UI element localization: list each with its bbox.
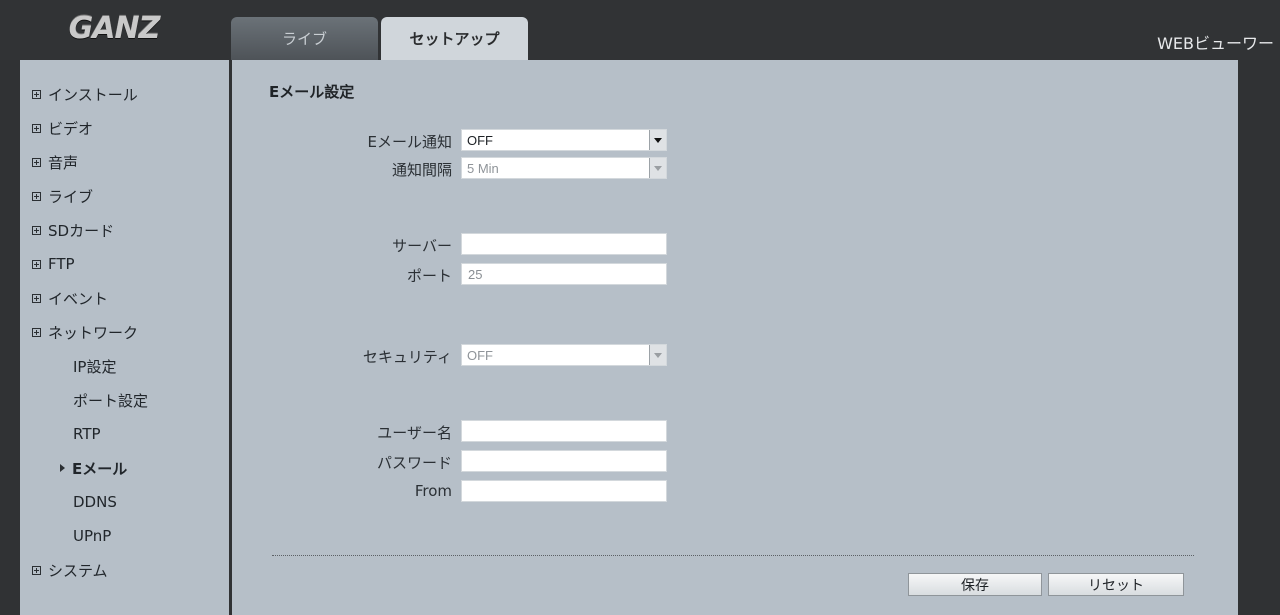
sidebar-item-video[interactable]: ビデオ: [20, 111, 229, 145]
save-button[interactable]: 保存: [908, 573, 1042, 596]
expand-icon: [32, 259, 41, 269]
password-row: パスワード: [232, 450, 1238, 472]
server-input[interactable]: [461, 233, 667, 255]
sidebar-item-label: 音声: [48, 153, 79, 172]
sidebar-subitem-label: RTP: [73, 425, 101, 443]
security-select[interactable]: OFF: [461, 344, 667, 366]
selected-arrow-icon: [60, 464, 65, 472]
sidebar-subitem-label: UPnP: [73, 527, 112, 545]
email-notify-label: Eメール通知: [367, 133, 452, 151]
sidebar-subitem-ip-settings[interactable]: IP設定: [20, 349, 229, 383]
expand-icon: [32, 225, 41, 235]
sidebar-subitem-upnp[interactable]: UPnP: [20, 519, 229, 553]
sidebar-item-sd-card[interactable]: SDカード: [20, 213, 229, 247]
email-notify-select[interactable]: OFF: [461, 129, 667, 151]
sidebar-subitem-ddns[interactable]: DDNS: [20, 485, 229, 519]
notify-interval-label: 通知間隔: [391, 161, 452, 179]
sidebar-subitem-email[interactable]: Eメール: [20, 451, 229, 485]
sidebar-item-label: FTP: [48, 255, 75, 273]
security-label: セキュリティ: [362, 348, 452, 366]
username-input[interactable]: [461, 420, 667, 442]
tab-setup[interactable]: セットアップ: [381, 17, 528, 60]
sidebar-subitem-label: DDNS: [73, 493, 117, 511]
chevron-down-icon[interactable]: [649, 158, 666, 178]
sidebar-item-live[interactable]: ライブ: [20, 179, 229, 213]
port-row: ポート 25: [232, 263, 1238, 285]
sidebar: インストール ビデオ 音声 ライブ SDカード FTP イベント ネットワーク …: [20, 60, 229, 615]
from-row: From: [232, 480, 1238, 502]
sidebar-item-network[interactable]: ネットワーク: [20, 315, 229, 349]
sidebar-item-label: イベント: [48, 289, 109, 308]
sidebar-item-install[interactable]: インストール: [20, 77, 229, 111]
sidebar-item-label: ネットワーク: [48, 323, 139, 342]
sidebar-item-label: システム: [48, 561, 108, 580]
right-margin: [1238, 60, 1280, 615]
username-label: ユーザー名: [377, 424, 452, 442]
sidebar-subitem-rtp[interactable]: RTP: [20, 417, 229, 451]
header-bar: GANZ ライブ セットアップ WEBビューワー: [0, 0, 1280, 60]
ganz-logo[interactable]: GANZ: [20, 8, 208, 48]
email-notify-row: Eメール通知 OFF: [232, 129, 1238, 151]
chevron-down-icon[interactable]: [649, 130, 666, 150]
expand-icon: [32, 123, 41, 133]
from-label: From: [414, 482, 452, 500]
password-input[interactable]: [461, 450, 667, 472]
sidebar-subitem-label: Eメール: [72, 459, 128, 478]
notify-interval-value: 5 Min: [467, 161, 499, 176]
sidebar-subitem-port-settings[interactable]: ポート設定: [20, 383, 229, 417]
divider: [272, 555, 1194, 556]
sidebar-subitem-label: ポート設定: [73, 391, 149, 410]
sidebar-item-label: ライブ: [48, 187, 94, 206]
sidebar-subitem-label: IP設定: [73, 357, 117, 376]
sidebar-item-label: ビデオ: [48, 119, 94, 138]
notify-interval-select[interactable]: 5 Min: [461, 157, 667, 179]
from-input[interactable]: [461, 480, 667, 502]
sidebar-item-audio[interactable]: 音声: [20, 145, 229, 179]
sidebar-item-system[interactable]: システム: [20, 553, 229, 587]
expand-icon: [32, 327, 41, 337]
logo-text: GANZ: [68, 10, 161, 46]
security-row: セキュリティ OFF: [232, 344, 1238, 366]
sidebar-item-ftp[interactable]: FTP: [20, 247, 229, 281]
web-viewer-link[interactable]: WEBビューワー: [1157, 30, 1274, 54]
sidebar-item-label: SDカード: [48, 221, 115, 240]
expand-icon: [32, 293, 41, 303]
password-label: パスワード: [376, 454, 452, 472]
page-title: Eメール設定: [269, 83, 355, 101]
server-label: サーバー: [392, 237, 452, 255]
chevron-down-icon[interactable]: [649, 345, 666, 365]
sidebar-item-event[interactable]: イベント: [20, 281, 229, 315]
notify-interval-row: 通知間隔 5 Min: [232, 157, 1238, 179]
username-row: ユーザー名: [232, 420, 1238, 442]
tab-live[interactable]: ライブ: [231, 17, 378, 60]
server-row: サーバー: [232, 233, 1238, 255]
expand-icon: [32, 89, 41, 99]
expand-icon: [32, 565, 41, 575]
sidebar-item-label: インストール: [48, 85, 138, 104]
reset-button[interactable]: リセット: [1048, 573, 1184, 596]
port-label: ポート: [406, 267, 452, 285]
security-value: OFF: [467, 348, 493, 363]
expand-icon: [32, 191, 41, 201]
tab-setup-label: セットアップ: [409, 30, 500, 48]
main-panel: Eメール設定 Eメール通知 OFF 通知間隔 5 Min サーバー ポート 25…: [232, 60, 1238, 615]
tab-live-label: ライブ: [281, 30, 327, 48]
email-notify-value: OFF: [467, 133, 493, 148]
port-input[interactable]: 25: [461, 263, 667, 285]
expand-icon: [32, 157, 41, 167]
